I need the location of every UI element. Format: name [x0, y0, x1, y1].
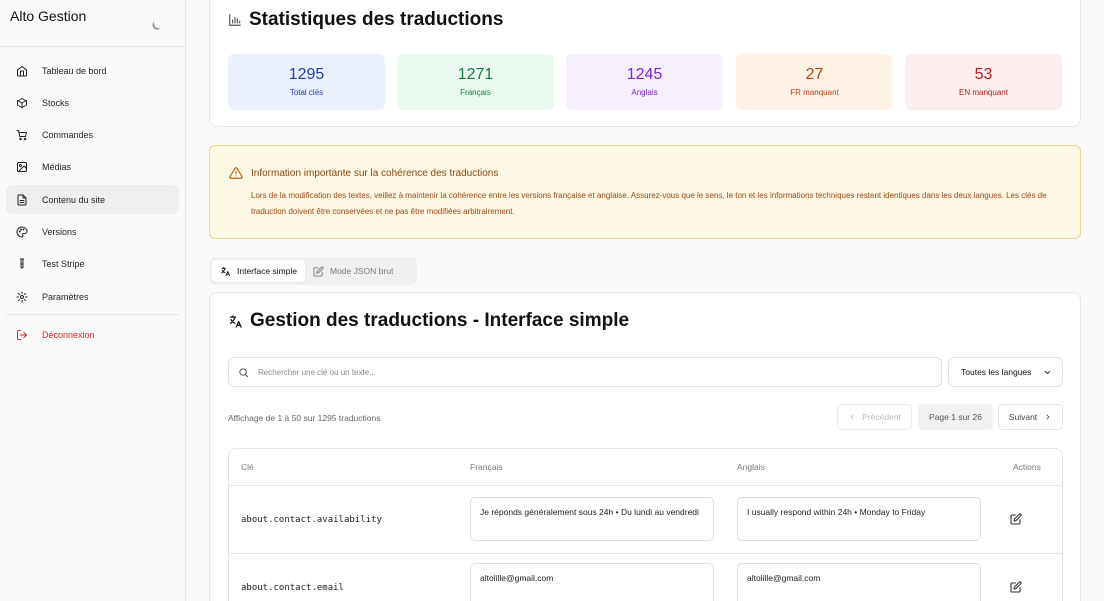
tab-simple-interface[interactable]: Interface simple: [212, 260, 305, 282]
edit-icon[interactable]: [1010, 513, 1022, 525]
alert-title: Information importante sur la cohérence …: [251, 168, 499, 179]
tab-raw-json[interactable]: Mode JSON brut: [305, 260, 401, 282]
sidebar-item-label: Versions: [42, 226, 77, 237]
french-text-field[interactable]: altolille@gmail.com: [470, 563, 714, 601]
previous-page-button[interactable]: Précédent: [837, 404, 912, 430]
sidebar-item-settings[interactable]: Paramètres: [6, 282, 179, 311]
warning-icon: [229, 167, 243, 179]
alert-body: Lors de la modification des textes, veil…: [251, 191, 1047, 216]
previous-page-label: Précédent: [862, 412, 901, 422]
sidebar-item-label: Médias: [42, 162, 72, 173]
brand-name: Alto Gestion: [10, 8, 87, 24]
bar-chart-icon: [229, 14, 241, 26]
image-icon: [17, 162, 27, 173]
mode-tabs: Interface simple Mode JSON brut: [209, 257, 417, 285]
stat-total-keys: 1295 Total clés: [228, 54, 385, 110]
stat-value: 53: [974, 66, 993, 83]
palette-icon: [16, 226, 28, 238]
sidebar-item-site-content[interactable]: Contenu du site: [6, 185, 179, 215]
consistency-alert: Information importante sur la cohérence …: [209, 145, 1081, 239]
sidebar-item-orders[interactable]: Commandes: [6, 121, 179, 150]
edit-icon: [313, 265, 324, 277]
sidebar-item-label: Stocks: [42, 97, 70, 108]
tab-label: Interface simple: [237, 266, 297, 276]
logout-icon: [17, 329, 27, 340]
sidebar-item-stocks[interactable]: Stocks: [6, 88, 179, 117]
translation-key: about.contact.email: [241, 583, 344, 593]
french-text-field[interactable]: Je réponds généralement sous 24h • Du lu…: [470, 497, 714, 541]
sidebar-item-versions[interactable]: Versions: [6, 217, 179, 246]
sidebar: Alto Gestion Tableau de bord Stocks Comm…: [0, 0, 186, 601]
stat-label: Anglais: [631, 88, 658, 97]
sidebar-item-label: Tableau de bord: [42, 65, 107, 76]
home-icon: [17, 65, 27, 76]
main-content: Statistiques des traductions 1295 Total …: [186, 0, 1104, 601]
stats-card: Statistiques des traductions 1295 Total …: [209, 0, 1081, 127]
search-input[interactable]: [258, 367, 918, 377]
stat-value: 27: [805, 66, 824, 83]
stat-en-missing: 53 EN manquant: [905, 54, 1062, 110]
stat-label: Total clés: [289, 88, 324, 97]
next-page-label: Suivant: [1008, 412, 1038, 422]
column-header-actions: Actions: [1013, 462, 1041, 472]
column-header-french: Français: [470, 462, 503, 472]
translations-table: Clé Français Anglais Actions about.conta…: [228, 448, 1063, 601]
logout-label: Déconnexion: [42, 329, 95, 340]
sidebar-item-label: Paramètres: [42, 291, 89, 302]
shopping-cart-icon: [16, 130, 27, 141]
stat-label: FR manquant: [790, 88, 839, 97]
table-row: about.contact.availability Je réponds gé…: [229, 486, 1062, 553]
language-filter-value: Toutes les langues: [961, 367, 1032, 377]
results-count: Affichage de 1 à 50 sur 1295 traductions: [228, 413, 381, 423]
sidebar-item-test-stripe[interactable]: Test Stripe: [6, 250, 179, 279]
stat-value: 1245: [626, 66, 663, 83]
package-icon: [17, 97, 27, 109]
logout-button[interactable]: Déconnexion: [6, 320, 179, 349]
translations-card: Gestion des traductions - Interface simp…: [209, 292, 1081, 601]
stat-value: 1271: [457, 66, 494, 83]
stat-label: Français: [460, 88, 491, 97]
english-text-field[interactable]: altolille@gmail.com: [737, 563, 981, 601]
stat-french: 1271 Français: [397, 54, 554, 110]
translate-icon: [221, 266, 231, 276]
page-indicator: Page 1 sur 26: [918, 404, 993, 430]
english-text-field[interactable]: I usually respond within 24h • Monday to…: [737, 497, 981, 541]
translation-key: about.contact.availability: [241, 515, 382, 525]
sidebar-item-label: Commandes: [42, 130, 94, 141]
sidebar-item-media[interactable]: Médias: [6, 153, 179, 182]
chevron-down-icon: [1044, 370, 1051, 374]
language-filter-select[interactable]: Toutes les langues: [948, 357, 1063, 387]
sidebar-item-label: Test Stripe: [42, 259, 85, 270]
stat-value: 1295: [288, 66, 325, 83]
stats-title: Statistiques des traductions: [228, 9, 503, 31]
search-box: [228, 357, 942, 387]
translations-title-text: Gestion des traductions - Interface simp…: [250, 310, 630, 331]
translate-icon: [229, 314, 242, 328]
column-header-english: Anglais: [737, 462, 765, 472]
table-row: about.contact.email altolille@gmail.com …: [229, 554, 1062, 601]
file-text-icon: [17, 194, 27, 206]
sidebar-item-dashboard[interactable]: Tableau de bord: [6, 56, 179, 85]
chevron-left-icon: [850, 414, 854, 420]
gear-icon: [16, 291, 28, 303]
translations-title: Gestion des traductions - Interface simp…: [228, 310, 629, 332]
sidebar-item-label: Contenu du site: [42, 194, 106, 205]
sidebar-divider: [6, 314, 179, 316]
sidebar-nav: Tableau de bord Stocks Commandes Médias …: [0, 47, 185, 349]
edit-icon[interactable]: [1010, 581, 1022, 593]
stat-label: EN manquant: [959, 88, 1008, 97]
stat-english: 1245 Anglais: [566, 54, 723, 110]
brand-header: Alto Gestion: [0, 0, 185, 47]
chevron-right-icon: [1046, 414, 1050, 420]
test-tube-icon: [20, 258, 24, 269]
stat-fr-missing: 27 FR manquant: [736, 54, 893, 110]
theme-toggle-moon-icon[interactable]: [153, 17, 165, 29]
search-icon: [239, 367, 249, 377]
tab-label: Mode JSON brut: [330, 266, 394, 276]
column-header-key: Clé: [241, 462, 254, 472]
next-page-button[interactable]: Suivant: [998, 404, 1063, 430]
stats-title-text: Statistiques des traductions: [249, 9, 504, 30]
